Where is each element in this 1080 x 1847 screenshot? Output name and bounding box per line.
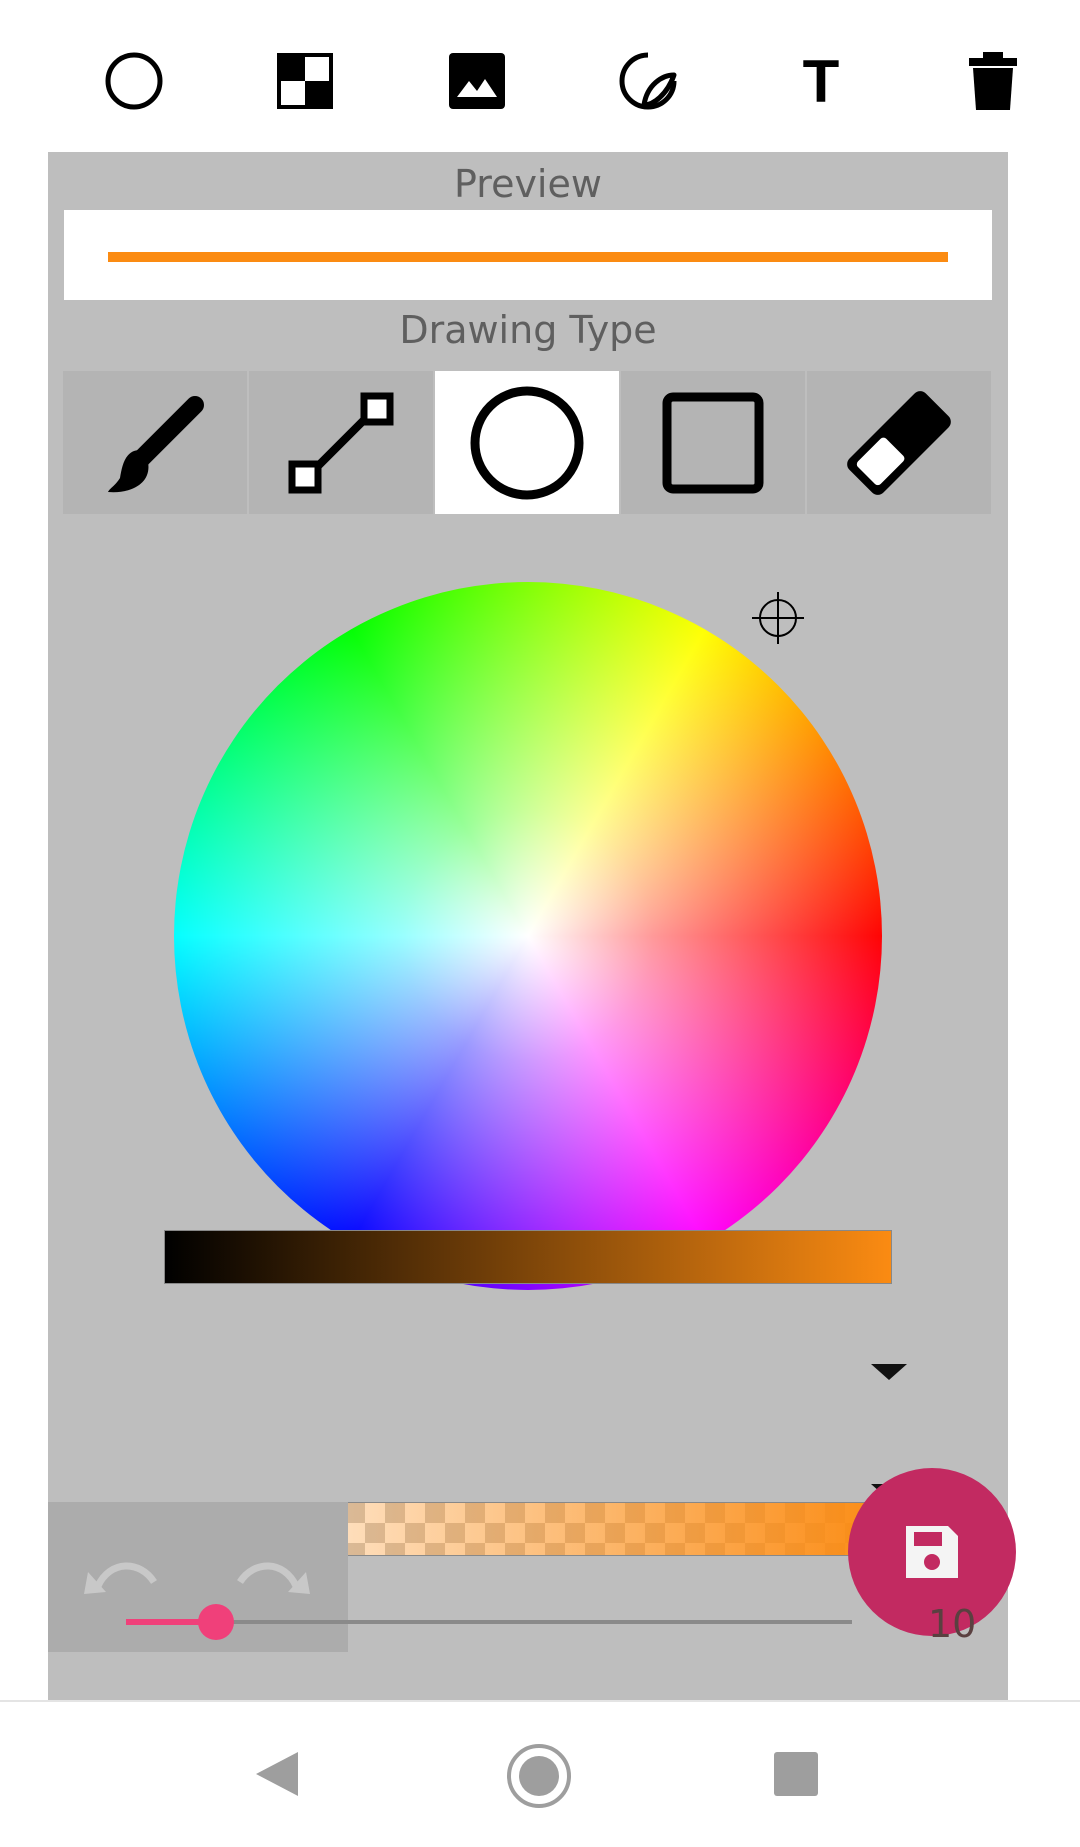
- checkerboard-tool-button[interactable]: [272, 48, 338, 114]
- delete-tool-button[interactable]: [960, 48, 1026, 114]
- text-tool-button[interactable]: T: [788, 47, 854, 115]
- line-icon: [288, 392, 394, 493]
- image-icon: [449, 53, 505, 109]
- drawing-type-selector: [63, 371, 993, 514]
- brush-icon: [108, 395, 204, 492]
- system-navigation-bar: [0, 1700, 1080, 1847]
- preview-label: Preview: [454, 162, 602, 206]
- sticker-icon: [619, 52, 677, 110]
- stroke-size-track[interactable]: [126, 1620, 852, 1624]
- trash-icon: [969, 52, 1017, 110]
- drawing-type-rectangle[interactable]: [621, 371, 805, 514]
- drawing-type-line[interactable]: [249, 371, 433, 514]
- checkerboard-icon: [277, 53, 333, 109]
- circle-icon: [105, 52, 163, 110]
- brightness-marker-icon[interactable]: [871, 1364, 907, 1380]
- drawing-settings-panel: Preview Drawing Type: [48, 152, 1008, 1700]
- drawing-type-eraser[interactable]: [807, 371, 991, 514]
- drawing-type-label: Drawing Type: [399, 308, 657, 352]
- eraser-icon: [847, 390, 951, 495]
- circle-tool-button[interactable]: [101, 48, 167, 114]
- stroke-size-value: 10: [928, 1602, 977, 1646]
- undo-icon[interactable]: [84, 1552, 160, 1596]
- undo-redo-panel: [48, 1502, 348, 1652]
- drawing-type-brush[interactable]: [63, 371, 247, 514]
- color-wheel[interactable]: [174, 582, 882, 1290]
- image-tool-button[interactable]: [444, 48, 510, 114]
- drawing-type-circle[interactable]: [435, 371, 619, 514]
- redo-icon[interactable]: [234, 1552, 310, 1596]
- recents-icon[interactable]: [772, 1750, 820, 1798]
- rectangle-icon: [662, 392, 764, 493]
- brightness-slider[interactable]: [164, 1230, 892, 1284]
- back-icon[interactable]: [252, 1748, 304, 1800]
- color-picker-crosshair-icon[interactable]: [752, 592, 804, 644]
- circle-outline-icon: [470, 386, 584, 499]
- preview-stroke: [108, 252, 948, 262]
- preview-box: [64, 210, 992, 300]
- save-icon: [906, 1526, 958, 1578]
- home-icon[interactable]: [505, 1742, 573, 1810]
- color-wheel-saturation: [174, 582, 882, 1290]
- sticker-tool-button[interactable]: [615, 48, 681, 114]
- stroke-size-thumb[interactable]: [198, 1604, 234, 1640]
- text-icon: T: [802, 47, 840, 115]
